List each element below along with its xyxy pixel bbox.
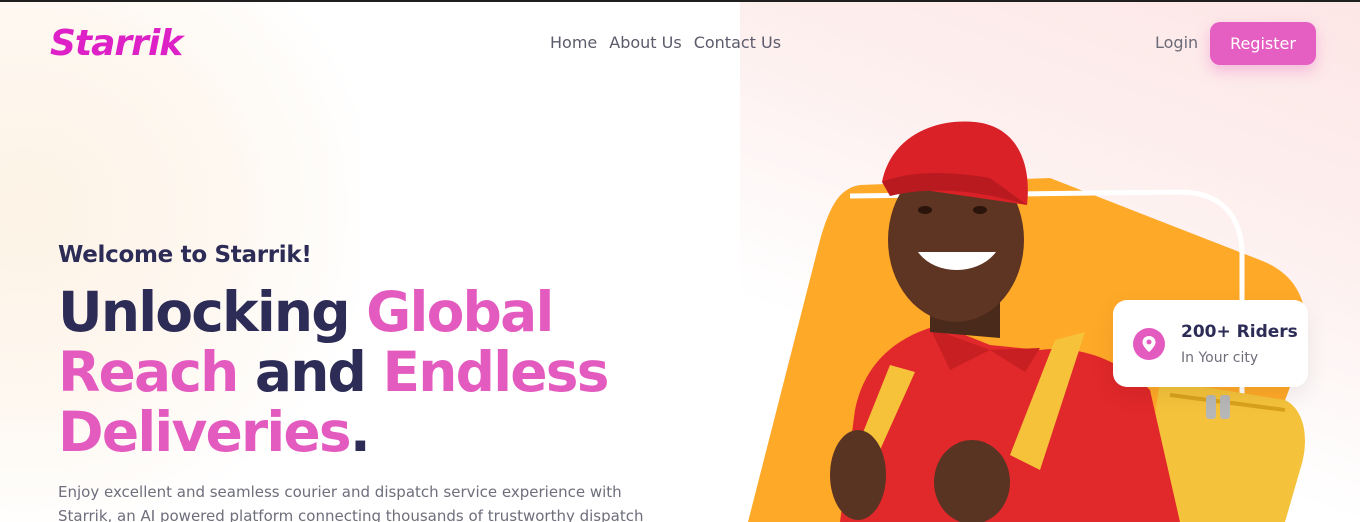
nav-link-contact[interactable]: Contact Us (694, 33, 781, 53)
main-nav: Home About Us Contact Us (550, 33, 781, 53)
headline-word-highlight: Deliveries (58, 400, 352, 464)
headline-word-highlight: Endless (382, 340, 610, 404)
headline-word: Unlocking (58, 280, 351, 344)
brand-logo-text: Starrik (50, 23, 183, 64)
rider-hand-left (830, 430, 886, 520)
welcome-heading: Welcome to Starrik! (58, 242, 312, 268)
brand-logo[interactable]: Starrik (50, 22, 183, 66)
headline-period: . (349, 400, 371, 464)
location-pin-icon (1133, 328, 1165, 360)
riders-count: 200+ Riders (1181, 322, 1298, 342)
nav-link-home[interactable]: Home (550, 33, 597, 53)
register-button[interactable]: Register (1210, 22, 1316, 65)
hero-headline: Unlocking Global Reach and Endless Deliver… (58, 282, 698, 462)
headline-word-highlight: Global (366, 280, 554, 344)
headline-word-highlight: Reach (58, 340, 239, 404)
riders-subtitle: In Your city (1181, 350, 1259, 366)
headline-word: and (254, 340, 367, 404)
nav-link-about[interactable]: About Us (609, 33, 681, 53)
login-link[interactable]: Login (1155, 33, 1198, 53)
hero-description: Enjoy excellent and seamless courier and… (58, 483, 644, 522)
riders-stats-card: 200+ Riders In Your city (1113, 300, 1308, 387)
rider-hand-right (934, 440, 1010, 522)
